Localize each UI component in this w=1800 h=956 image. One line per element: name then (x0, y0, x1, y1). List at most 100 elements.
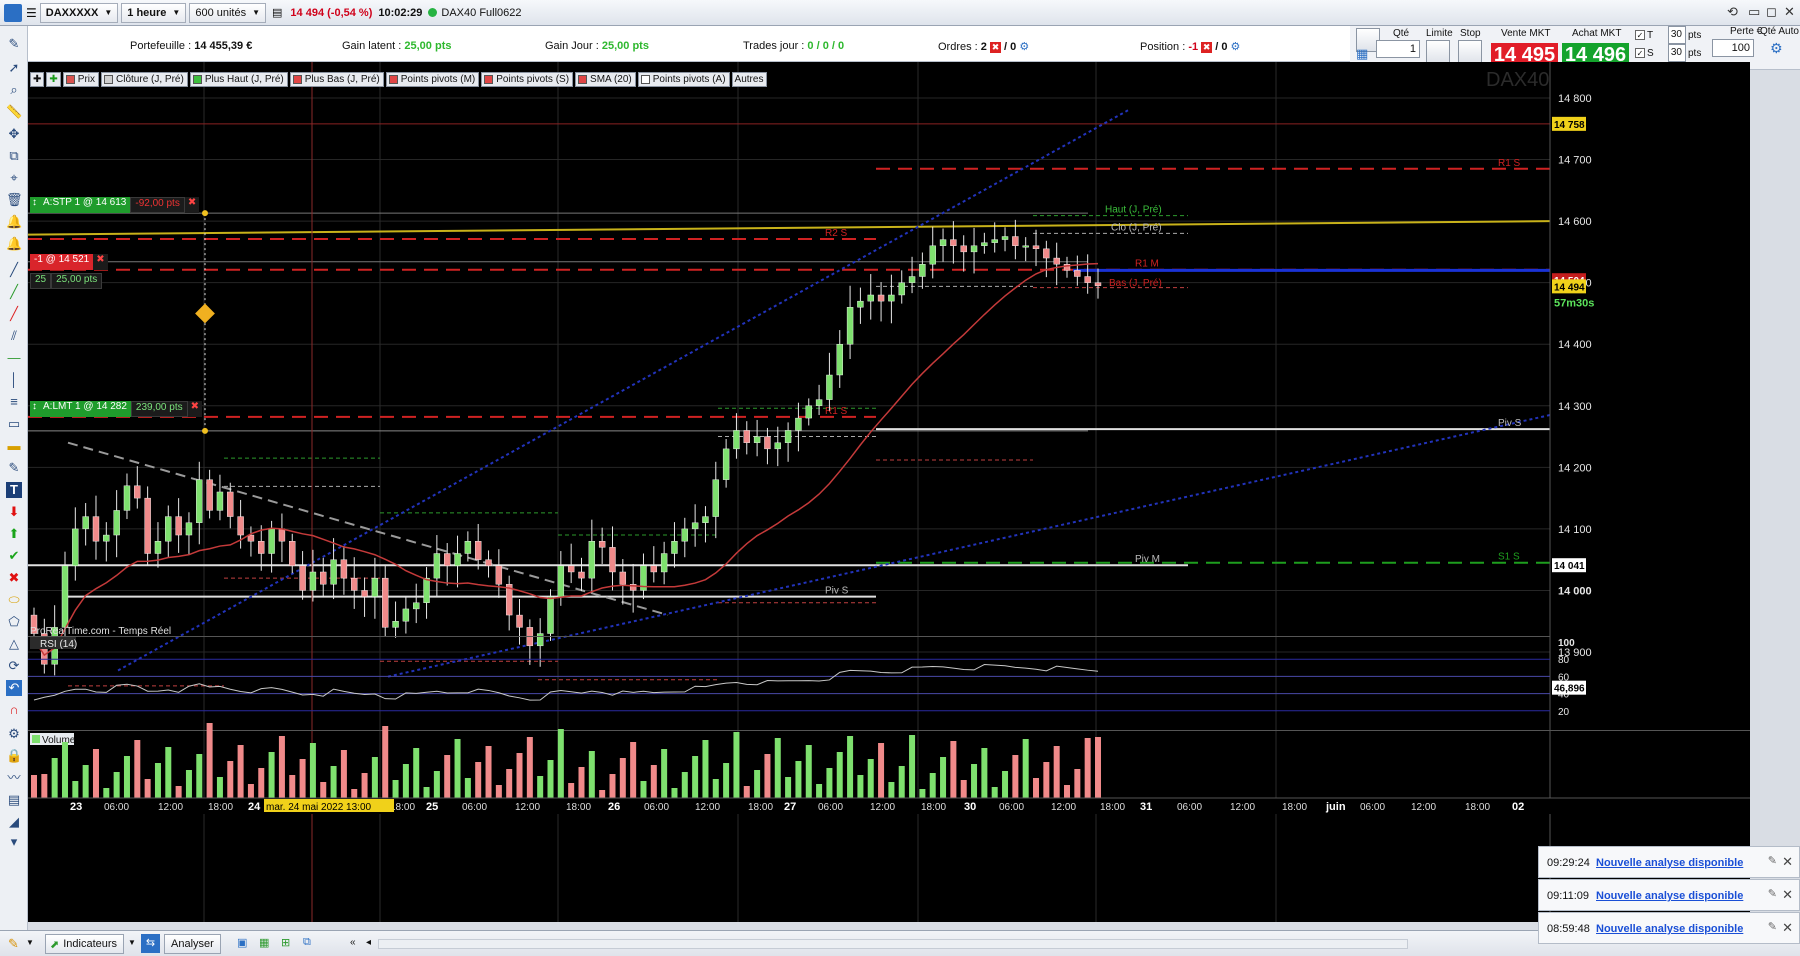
text-icon[interactable]: T (6, 482, 22, 498)
timeframe-selector[interactable]: 1 heure ▼ (121, 2, 187, 23)
max-loss-input[interactable]: 100 (1712, 39, 1754, 57)
fib-icon[interactable]: ≡ (6, 394, 22, 410)
gear-icon[interactable]: ⚙ (6, 726, 22, 742)
magnet-red-icon[interactable]: ∩ (6, 702, 22, 718)
cancel-orders-icon[interactable]: ✖ (989, 42, 1001, 53)
cancel-limit-order-icon[interactable]: ✖ (187, 401, 203, 417)
stop-order-button[interactable] (1458, 40, 1482, 64)
legend-item[interactable]: Points pivots (M) (385, 71, 480, 87)
layout-icon[interactable]: ⊞ (281, 936, 290, 949)
instrument-selector[interactable]: DAXXXXX ▼ (39, 2, 119, 23)
scroll-down-icon[interactable]: ▾ (6, 834, 22, 850)
orders-settings-icon[interactable]: ⚙ (1019, 41, 1029, 53)
close-position-tag-icon[interactable]: ✖ (93, 254, 108, 270)
trash-icon[interactable]: 🗑 (6, 192, 23, 208)
legend-item[interactable]: Clôture (J, Pré) (101, 71, 188, 87)
pin-icon[interactable]: ✎ (1768, 920, 1777, 933)
auto-qty-icon[interactable]: ⚙ (1770, 40, 1783, 57)
chart-area[interactable]: DAX40 Full0622 R1 SR2 SR1 MR1 SHaut (J, … (28, 62, 1750, 922)
notification-item[interactable]: 09:11:09 Nouvelle analyse disponible ✎ ✕ (1538, 879, 1800, 911)
rect-icon[interactable]: ▭ (6, 416, 22, 432)
stop-order-tag[interactable]: ↕ A:STP 1 @ 14 613 -92,00 pts ✖ (30, 197, 200, 213)
drag-handle-icon[interactable]: ↕ (30, 197, 39, 213)
padlock-icon[interactable]: 🔒 (6, 748, 22, 764)
arrow-up-icon[interactable]: ⬆ (6, 526, 22, 542)
indicators-dropdown-icon[interactable]: ▼ (128, 938, 136, 947)
legend-item[interactable]: Points pivots (A) (637, 71, 730, 87)
legend-item[interactable]: SMA (20) (575, 71, 636, 87)
limit-order-button[interactable] (1426, 40, 1450, 64)
line-icon[interactable]: ╱ (6, 262, 22, 278)
undo-icon[interactable]: ↶ (6, 680, 22, 696)
screenshot-icon[interactable]: ▣ (237, 936, 247, 949)
channel-icon[interactable]: ⫽ (6, 328, 22, 344)
cancel-stop-order-icon[interactable]: ✖ (184, 197, 200, 213)
brush-icon[interactable]: ✎ (6, 460, 22, 476)
notification-item[interactable]: 08:59:48 Nouvelle analyse disponible ✎ ✕ (1538, 912, 1800, 944)
ruler-icon[interactable]: 📏 (6, 104, 22, 120)
price-axis[interactable]: 14 80014 70014 60014 50014 40014 30014 2… (1549, 62, 1750, 922)
drag-handle-icon[interactable]: ↕ (30, 401, 39, 417)
legend-item[interactable]: Autres (731, 71, 768, 87)
check-icon[interactable]: ✔ (6, 548, 22, 564)
minimize-icon[interactable]: ▭ (1748, 4, 1760, 20)
vline-icon[interactable]: │ (6, 372, 22, 388)
triangle-icon[interactable]: △ (6, 636, 22, 652)
magnet-icon[interactable]: ⌖ (6, 170, 22, 186)
time-axis[interactable]: 23 06:00 12:00 18:00 24 06:00 12:00 18:00 25 06:0… (28, 797, 1750, 814)
units-selector[interactable]: 600 unités ▼ (189, 2, 267, 23)
alert-icon[interactable]: 🔔 (6, 236, 22, 252)
notification-link[interactable]: Nouvelle analyse disponible (1596, 857, 1743, 869)
pen-icon[interactable]: ✎ (6, 36, 22, 52)
legend-item[interactable]: Points pivots (S) (481, 71, 574, 87)
cross-icon[interactable]: ✖ (6, 570, 22, 586)
polygon-icon[interactable]: ⬠ (6, 614, 22, 630)
position-settings-icon[interactable]: ⚙ (1231, 41, 1241, 53)
pin-icon[interactable]: ✎ (1768, 854, 1777, 867)
close-position-icon[interactable]: ✖ (1201, 42, 1213, 53)
analyse-button[interactable]: Analyser (164, 934, 221, 954)
s-points-input[interactable]: 30 (1668, 44, 1686, 62)
notification-link[interactable]: Nouvelle analyse disponible (1596, 890, 1743, 902)
calc-icon[interactable]: ▦ (259, 936, 269, 949)
notification-link[interactable]: Nouvelle analyse disponible (1596, 923, 1743, 935)
qty-input[interactable]: 1 (1376, 40, 1420, 58)
copy-icon[interactable]: ⧉ (6, 148, 22, 164)
legend-item[interactable]: Prix (62, 71, 100, 87)
indicators-button[interactable]: ⬈ Indicateurs (45, 934, 125, 954)
legend-add-icon[interactable]: ✚ (30, 71, 45, 87)
t-checkbox[interactable]: ✓ (1635, 30, 1645, 40)
dropdown-icon[interactable]: ▼ (26, 938, 34, 947)
share-icon[interactable]: ⇆ (141, 934, 160, 953)
hline-icon[interactable]: — (6, 350, 22, 366)
highlight-icon[interactable]: ▬ (6, 438, 22, 454)
close-notification-icon[interactable]: ✕ (1782, 854, 1793, 870)
price-chart[interactable]: DAX40 Full0622 R1 SR2 SR1 MR1 SHaut (J, … (28, 62, 1750, 922)
maximize-icon[interactable]: ◻ (1766, 4, 1777, 20)
close-icon[interactable]: ✕ (1784, 4, 1795, 20)
chart-line-icon[interactable]: 〰 (6, 770, 22, 786)
pin-icon[interactable]: ✎ (1768, 887, 1777, 900)
limit-order-tag[interactable]: ↕ A:LMT 1 @ 14 282 239,00 pts ✖ (30, 401, 203, 417)
menu-icon[interactable]: ▤ (272, 6, 282, 19)
draw-icon[interactable]: ✎ (8, 936, 19, 952)
bell-icon[interactable]: 🔔 (6, 214, 22, 230)
t-points-input[interactable]: 30 (1668, 26, 1686, 44)
horizontal-scrollbar[interactable] (378, 939, 1408, 949)
position-tag[interactable]: -1 @ 14 521 ✖ (30, 254, 108, 270)
s-checkbox[interactable]: ✓ (1635, 48, 1645, 58)
restore-window-icon[interactable]: ⟲ (1727, 4, 1738, 20)
toolbar-menu-icon[interactable]: ☰ (26, 6, 37, 20)
cycle-icon[interactable]: ⟳ (6, 658, 22, 674)
notification-item[interactable]: 09:29:24 Nouvelle analyse disponible ✎ ✕ (1538, 846, 1800, 878)
legend-item[interactable]: Plus Bas (J, Pré) (289, 71, 384, 87)
chart-area-icon[interactable]: ◢ (6, 814, 22, 830)
zoom-icon[interactable]: ⌕ (6, 82, 22, 98)
move-icon[interactable]: ✥ (6, 126, 22, 142)
legend-add-green-icon[interactable]: ✚ (46, 71, 61, 87)
legend-item[interactable]: Plus Haut (J, Pré) (189, 71, 288, 87)
arrow-down-icon[interactable]: ⬇ (6, 504, 22, 520)
ellipse-icon[interactable]: ⬭ (6, 592, 22, 608)
close-notification-icon[interactable]: ✕ (1782, 887, 1793, 903)
chart-bars-icon[interactable]: ▤ (6, 792, 22, 808)
